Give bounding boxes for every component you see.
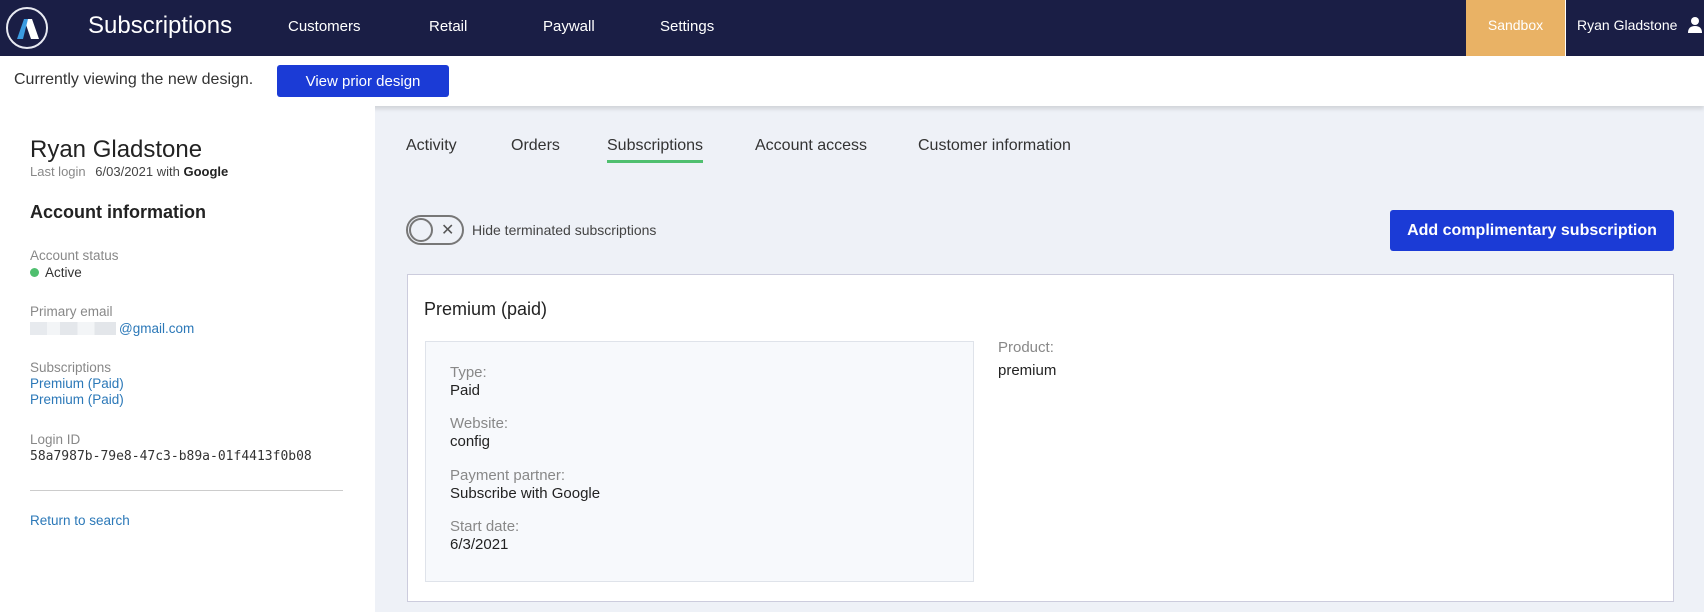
user-menu[interactable]: Ryan Gladstone: [1568, 0, 1704, 56]
login-id-label: Login ID: [30, 432, 81, 447]
tab-orders[interactable]: Orders: [511, 137, 560, 155]
account-status-value: Active: [30, 265, 82, 280]
subscription-title: Premium (paid): [424, 299, 548, 319]
subscription-link[interactable]: Premium (Paid): [30, 376, 124, 391]
sidebar-divider: [30, 490, 343, 491]
product-label: Product:: [998, 339, 1054, 356]
field-label: Start date:: [450, 518, 520, 535]
field-label: Type:: [450, 364, 487, 381]
environment-badge: Sandbox: [1466, 0, 1566, 56]
primary-email-link[interactable]: @gmail.com: [119, 321, 194, 336]
primary-email-label: Primary email: [30, 304, 113, 319]
design-notice-bar: Currently viewing the new design. View p…: [0, 56, 1704, 106]
status-active-dot-icon: [30, 268, 39, 277]
tab-customer-information[interactable]: Customer information: [918, 137, 1071, 155]
hide-terminated-toggle[interactable]: ✕: [406, 215, 464, 245]
field-value: 6/3/2021: [450, 536, 509, 553]
view-prior-design-button[interactable]: View prior design: [277, 65, 449, 97]
last-login: Last login 6/03/2021 with Google: [30, 164, 228, 179]
return-to-search-link[interactable]: Return to search: [30, 513, 130, 528]
last-login-provider: Google: [183, 164, 229, 179]
account-status-text: Active: [45, 265, 82, 280]
field-label: Payment partner:: [450, 467, 566, 484]
last-login-date: 6/03/2021 with: [95, 164, 180, 179]
account-status-label: Account status: [30, 248, 119, 263]
subscription-card: Premium (paid) Type: Paid Website: confi…: [407, 274, 1674, 602]
subscriptions-label: Subscriptions: [30, 360, 112, 375]
nav-settings[interactable]: Settings: [660, 18, 714, 35]
product-value: premium: [998, 362, 1057, 379]
add-complimentary-subscription-button[interactable]: Add complimentary subscription: [1390, 210, 1674, 251]
notice-text: Currently viewing the new design.: [14, 71, 254, 88]
field-product: Product: premium: [998, 339, 1056, 379]
primary-email-value: @gmail.com: [30, 320, 194, 338]
nav-customers[interactable]: Customers: [288, 18, 361, 35]
nav-paywall[interactable]: Paywall: [543, 18, 595, 35]
subscription-link[interactable]: Premium (Paid): [30, 392, 124, 407]
user-icon: [1688, 17, 1702, 33]
account-information-heading: Account information: [30, 202, 206, 222]
app-title: Subscriptions: [88, 12, 233, 39]
redacted-email-local-part: [30, 322, 116, 335]
field-payment-partner: Payment partner: Subscribe with Google: [450, 467, 600, 502]
customer-name: Ryan Gladstone: [30, 136, 203, 163]
tab-subscriptions[interactable]: Subscriptions: [607, 137, 704, 163]
field-value: config: [450, 433, 491, 450]
app-logo-icon[interactable]: [6, 7, 48, 49]
customer-sidebar: Ryan Gladstone Last login 6/03/2021 with…: [0, 106, 375, 612]
field-value: Subscribe with Google: [450, 485, 601, 502]
toggle-off-x-icon: ✕: [441, 222, 455, 239]
field-type: Type: Paid: [450, 364, 487, 399]
field-start-date: Start date: 6/3/2021: [450, 518, 519, 553]
field-website: Website: config: [450, 415, 508, 450]
toggle-knob: [409, 218, 433, 242]
subscription-details-panel: Type: Paid Website: config Payment partn…: [425, 341, 974, 582]
top-navigation-bar: Subscriptions Customers Retail Paywall S…: [0, 0, 1704, 56]
nav-retail[interactable]: Retail: [429, 18, 467, 35]
login-id-value: 58a7987b-79e8-47c3-b89a-01f4413f0b08: [30, 449, 312, 464]
last-login-label: Last login: [30, 164, 86, 179]
field-value: Paid: [450, 382, 481, 399]
tab-activity[interactable]: Activity: [406, 137, 457, 155]
tab-account-access[interactable]: Account access: [755, 137, 867, 155]
user-name: Ryan Gladstone: [1577, 17, 1678, 33]
hide-terminated-label: Hide terminated subscriptions: [472, 222, 657, 238]
field-label: Website:: [450, 415, 509, 432]
